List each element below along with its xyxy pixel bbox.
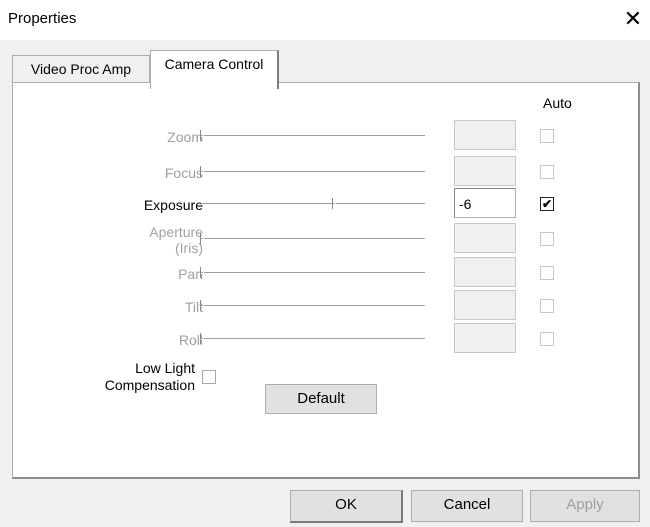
exposure-slider[interactable] <box>201 198 425 209</box>
exposure-slider-thumb[interactable] <box>332 198 336 209</box>
zoom-auto-checkbox[interactable] <box>540 129 554 143</box>
focus-label: Focus <box>164 165 203 181</box>
tilt-auto-checkbox[interactable] <box>540 299 554 313</box>
focus-auto-checkbox[interactable] <box>540 165 554 179</box>
title-bar: Properties ✕ <box>0 0 650 40</box>
pan-slider-thumb[interactable] <box>200 267 204 278</box>
zoom-label: Zoom <box>167 129 203 145</box>
focus-value-field[interactable] <box>454 156 516 186</box>
control-row-tilt: Tilt <box>13 290 638 324</box>
exposure-label: Exposure <box>143 197 203 213</box>
apply-button[interactable]: Apply <box>530 490 640 522</box>
pan-auto-checkbox[interactable] <box>540 266 554 280</box>
pan-slider[interactable] <box>200 267 425 278</box>
roll-slider[interactable] <box>200 333 425 344</box>
auto-column-header: Auto <box>543 95 572 111</box>
zoom-slider[interactable] <box>200 130 425 141</box>
control-row-roll: Roll <box>13 323 638 357</box>
aperture-slider-thumb[interactable] <box>200 233 204 244</box>
control-row-zoom: Zoom <box>13 120 638 154</box>
control-row-exposure: Exposure -6 ✔ <box>13 188 638 222</box>
tilt-value-field[interactable] <box>454 290 516 320</box>
aperture-slider[interactable] <box>200 233 425 244</box>
low-light-label-line2: Compensation <box>104 377 195 393</box>
pan-value-field[interactable] <box>454 257 516 287</box>
default-button[interactable]: Default <box>265 384 377 414</box>
roll-value-field[interactable] <box>454 323 516 353</box>
camera-control-panel: Auto Zoom Focus Exposure -6 ✔ Aperture (… <box>12 82 640 479</box>
aperture-value-field[interactable] <box>454 223 516 253</box>
aperture-auto-checkbox[interactable] <box>540 232 554 246</box>
focus-slider[interactable] <box>200 166 425 177</box>
cancel-button[interactable]: Cancel <box>411 490 523 522</box>
ok-button[interactable]: OK <box>290 490 403 523</box>
zoom-value-field[interactable] <box>454 120 516 150</box>
aperture-label-line2: (Iris) <box>175 240 203 256</box>
control-row-pan: Pan <box>13 257 638 291</box>
control-row-focus: Focus <box>13 156 638 190</box>
roll-slider-thumb[interactable] <box>200 333 204 344</box>
zoom-slider-thumb[interactable] <box>200 130 204 141</box>
aperture-label: Aperture (Iris) <box>149 224 203 256</box>
tilt-slider[interactable] <box>200 300 425 311</box>
close-icon[interactable]: ✕ <box>618 4 648 34</box>
low-light-label-line1: Low Light <box>135 360 195 376</box>
tilt-slider-thumb[interactable] <box>200 300 204 311</box>
low-light-label: Low Light Compensation <box>105 360 195 394</box>
exposure-auto-checkbox[interactable]: ✔ <box>540 197 554 211</box>
low-light-checkbox[interactable] <box>202 370 216 384</box>
control-row-aperture: Aperture (Iris) <box>13 223 638 257</box>
aperture-label-line1: Aperture <box>149 224 203 240</box>
exposure-value-field[interactable]: -6 <box>454 188 516 218</box>
roll-auto-checkbox[interactable] <box>540 332 554 346</box>
window-title: Properties <box>8 10 77 27</box>
tab-camera-control[interactable]: Camera Control <box>150 50 279 89</box>
focus-slider-thumb[interactable] <box>200 166 204 177</box>
